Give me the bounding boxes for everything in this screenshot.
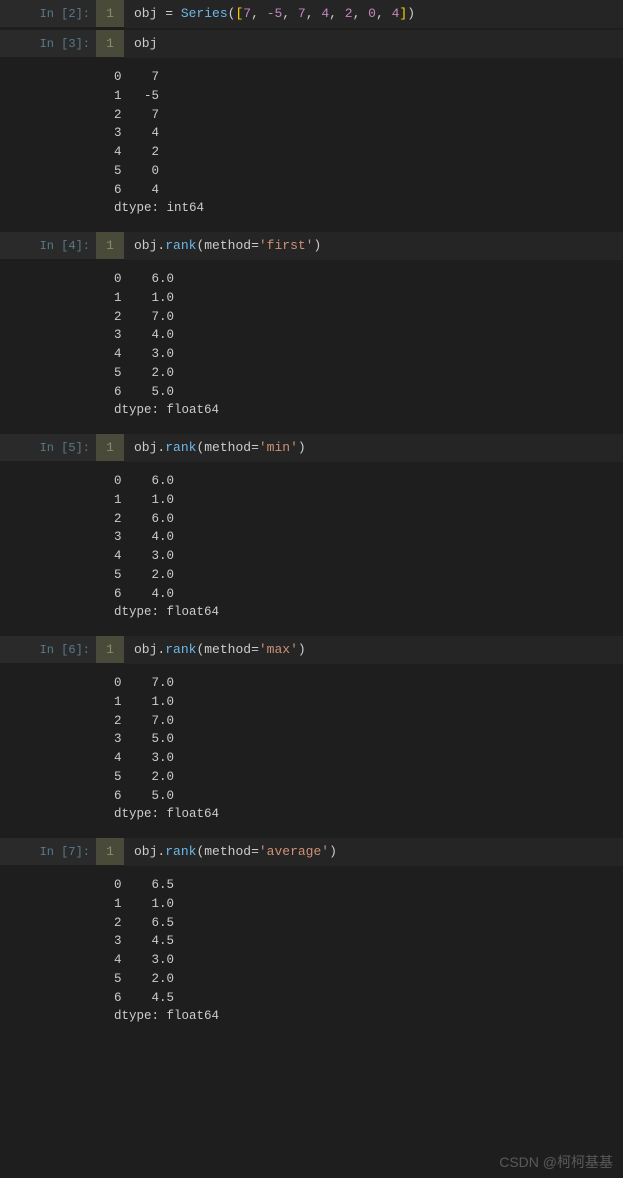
prompt-label: In [5]: (40, 441, 90, 455)
code-token: rank (165, 642, 196, 657)
code-token: rank (165, 844, 196, 859)
output-spacer (0, 464, 90, 634)
line-number: 1 (96, 232, 124, 259)
code-token: 'average' (259, 844, 329, 859)
code-token: obj (134, 238, 157, 253)
code-token: 'min' (259, 440, 298, 455)
code-input[interactable]: obj.rank(method='min') (124, 434, 623, 462)
input-cell: In [7]: 1obj.rank(method='average') (0, 838, 623, 866)
output-spacer (0, 666, 90, 836)
output-text: 0 7.0 1 1.0 2 7.0 3 5.0 4 3.0 5 2.0 6 5.… (90, 666, 623, 836)
code-token: obj (134, 6, 165, 21)
output-spacer (0, 262, 90, 432)
code-token: method (204, 440, 251, 455)
input-cell: In [3]: 1 obj (0, 30, 623, 58)
code-token: 7 (243, 6, 251, 21)
code-token: = (251, 844, 259, 859)
code-token: method (204, 844, 251, 859)
line-number: 1 (96, 636, 124, 663)
code-token: ) (298, 440, 306, 455)
code-token: , (306, 6, 322, 21)
prompt-area: In [5]: (0, 434, 96, 461)
code-input[interactable]: obj.rank(method='first') (124, 232, 623, 260)
output-text: 0 6.0 1 1.0 2 6.0 3 4.0 4 3.0 5 2.0 6 4.… (90, 464, 623, 634)
code-token: Series (181, 6, 228, 21)
code-token: ) (407, 6, 415, 21)
code-token: ) (313, 238, 321, 253)
code-token: 'max' (259, 642, 298, 657)
prompt-label: In [2]: (40, 7, 90, 21)
prompt-area: In [7]: (0, 838, 96, 865)
code-token: obj (134, 36, 157, 51)
input-cell: In [5]: 1obj.rank(method='min') (0, 434, 623, 462)
code-token: , (376, 6, 392, 21)
prompt-area: In [2]: (0, 0, 96, 27)
code-token: rank (165, 440, 196, 455)
line-number: 1 (96, 0, 124, 27)
output-text: 0 7 1 -5 2 7 3 4 4 2 5 0 6 4 dtype: int6… (90, 60, 623, 230)
code-input[interactable]: obj (124, 30, 623, 58)
code-token: = (165, 6, 181, 21)
code-token: -5 (267, 6, 283, 21)
code-token: obj (134, 642, 157, 657)
output-cell: 0 6.5 1 1.0 2 6.5 3 4.5 4 3.0 5 2.0 6 4.… (0, 868, 623, 1038)
line-number: 1 (96, 30, 124, 57)
code-token: , (353, 6, 369, 21)
output-text: 0 6.5 1 1.0 2 6.5 3 4.5 4 3.0 5 2.0 6 4.… (90, 868, 623, 1038)
output-spacer (0, 60, 90, 230)
code-token: = (251, 440, 259, 455)
input-cell: In [4]: 1obj.rank(method='first') (0, 232, 623, 260)
output-text: 0 6.0 1 1.0 2 7.0 3 4.0 4 3.0 5 2.0 6 5.… (90, 262, 623, 432)
code-token: method (204, 642, 251, 657)
code-token: , (282, 6, 298, 21)
code-token: obj (134, 440, 157, 455)
output-cell: 0 7.0 1 1.0 2 7.0 3 5.0 4 3.0 5 2.0 6 5.… (0, 666, 623, 836)
code-input[interactable]: obj = Series([7, -5, 7, 4, 2, 0, 4]) (124, 0, 623, 28)
code-token: , (251, 6, 267, 21)
code-token: ) (329, 844, 337, 859)
prompt-label: In [6]: (40, 643, 90, 657)
output-cell: 0 6.0 1 1.0 2 7.0 3 4.0 4 3.0 5 2.0 6 5.… (0, 262, 623, 432)
code-token: = (251, 642, 259, 657)
line-number: 1 (96, 838, 124, 865)
line-number: 1 (96, 434, 124, 461)
prompt-area: In [3]: (0, 30, 96, 57)
code-input[interactable]: obj.rank(method='average') (124, 838, 623, 866)
code-token: rank (165, 238, 196, 253)
code-token: = (251, 238, 259, 253)
code-token: 2 (345, 6, 353, 21)
code-token: 7 (298, 6, 306, 21)
prompt-label: In [7]: (40, 845, 90, 859)
prompt-label: In [3]: (40, 37, 90, 51)
output-cell: 0 6.0 1 1.0 2 6.0 3 4.0 4 3.0 5 2.0 6 4.… (0, 464, 623, 634)
prompt-label: In [4]: (40, 239, 90, 253)
prompt-area: In [6]: (0, 636, 96, 663)
code-input[interactable]: obj.rank(method='max') (124, 636, 623, 664)
notebook: In [2]:1obj = Series([7, -5, 7, 4, 2, 0,… (0, 0, 623, 1038)
code-token: obj (134, 844, 157, 859)
input-cell: In [2]: 1obj = Series([7, -5, 7, 4, 2, 0,… (0, 0, 623, 28)
output-spacer (0, 868, 90, 1038)
input-cell: In [6]: 1obj.rank(method='max') (0, 636, 623, 664)
prompt-area: In [4]: (0, 232, 96, 259)
watermark: CSDN @柯柯基基 (499, 1152, 613, 1172)
code-token: 0 (368, 6, 376, 21)
code-token: 4 (321, 6, 329, 21)
code-token: method (204, 238, 251, 253)
code-token: , (329, 6, 345, 21)
output-cell: 0 7 1 -5 2 7 3 4 4 2 5 0 6 4 dtype: int6… (0, 60, 623, 230)
code-token: ) (298, 642, 306, 657)
code-token: 'first' (259, 238, 314, 253)
